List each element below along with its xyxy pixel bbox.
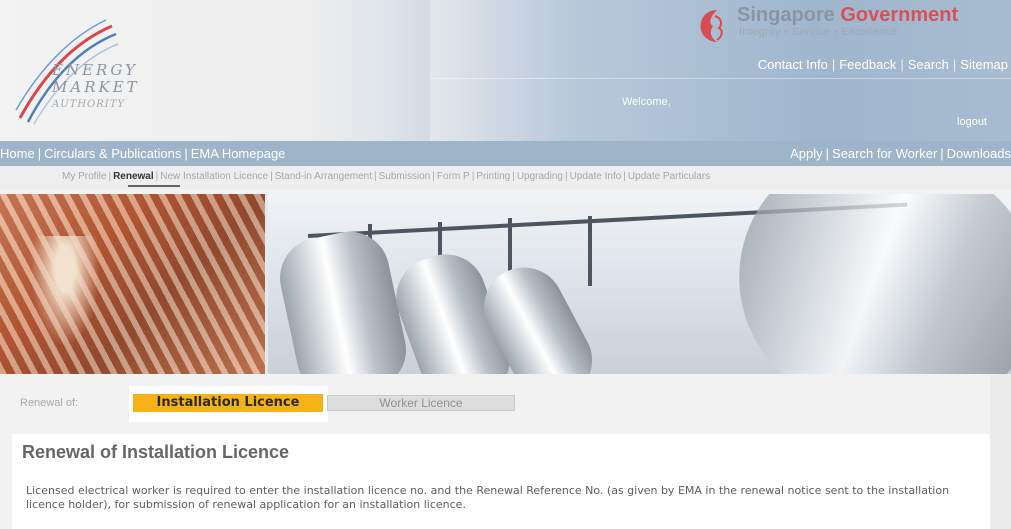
nav-ema-homepage[interactable]: EMA Homepage — [191, 146, 286, 161]
ema-logo-text: ENERGY MARKET AUTHORITY — [52, 62, 140, 113]
nav-downloads[interactable]: Downloads — [947, 146, 1011, 161]
nav-search-worker[interactable]: Search for Worker — [832, 146, 937, 161]
gov-title-part1: Singapore — [737, 4, 841, 26]
renewal-of-label: Renewal of: — [20, 397, 79, 409]
navbar-left: Home | Circulars & Publications | EMA Homepa… — [0, 146, 286, 161]
subnav-new-installation-licence[interactable]: New Installation Licence — [160, 171, 268, 182]
subnav-items: My Profile | Renewal | New Installation Lice… — [62, 171, 711, 182]
subnav-active-underline — [128, 185, 180, 187]
banner-post — [588, 216, 592, 286]
logo-line-3: AUTHORITY — [52, 99, 125, 110]
subnav-update-particulars[interactable]: Update Particulars — [628, 171, 710, 182]
logout-link[interactable]: logout — [957, 116, 987, 128]
banner-worker-photo — [0, 194, 265, 374]
renewal-panel: Renewal of Installation Licence Licensed… — [12, 434, 990, 529]
subnav-renewal[interactable]: Renewal — [113, 171, 154, 182]
gov-title-part2: Government — [840, 4, 959, 26]
welcome-text: Welcome, — [622, 96, 671, 108]
tab-worker-licence[interactable]: Worker Licence — [327, 395, 515, 411]
subnav-printing[interactable]: Printing — [476, 171, 510, 182]
search-link[interactable]: Search — [908, 57, 949, 72]
nav-apply[interactable]: Apply — [790, 146, 823, 161]
subnav-submission[interactable]: Submission — [379, 171, 431, 182]
banner-worker-figure — [30, 236, 100, 346]
subnav-update-info[interactable]: Update Info — [570, 171, 622, 182]
banner-pipes-photo — [268, 194, 1011, 374]
subnav-upgrading[interactable]: Upgrading — [517, 171, 563, 182]
top-links: Contact Info | Feedback | Search | Sitemap — [757, 57, 1008, 72]
logo-line-2: MARKET — [52, 78, 140, 96]
banner-pipe-large — [702, 194, 1011, 374]
navbar-right: Apply | Search for Worker | Downloads — [790, 146, 1011, 161]
singapore-lion-icon — [700, 10, 723, 42]
nav-circulars[interactable]: Circulars & Publications — [44, 146, 181, 161]
sitemap-link[interactable]: Sitemap — [960, 57, 1008, 72]
hero-banner — [0, 194, 1011, 374]
main-navbar: Home | Circulars & Publications | EMA Homepa… — [0, 141, 1011, 166]
subnav-form-p[interactable]: Form P — [437, 171, 470, 182]
tab-installation-licence[interactable]: Installation Licence — [133, 394, 323, 412]
content-area: Renewal of: Installation Licence Worker … — [0, 374, 1011, 529]
contact-info-link[interactable]: Contact Info — [758, 57, 828, 72]
nav-home[interactable]: Home — [0, 146, 35, 161]
site-header: ENERGY MARKET AUTHORITY Singapore Govern… — [0, 0, 1011, 141]
header-divider — [430, 78, 1011, 79]
page-title: Renewal of Installation Licence — [22, 442, 290, 462]
instructions-text: Licensed electrical worker is required t… — [26, 484, 950, 511]
banner-pipe — [272, 224, 414, 374]
logo-line-1: ENERGY — [52, 61, 138, 79]
feedback-link[interactable]: Feedback — [839, 57, 896, 72]
singapore-government-title: Singapore Government — [737, 4, 958, 27]
subnav-my-profile[interactable]: My Profile — [62, 171, 106, 182]
sub-navbar: My Profile | Renewal | New Installation Lice… — [0, 166, 1011, 189]
right-margin-strip — [990, 374, 1011, 529]
gov-tagline: Integrity • Service • Excellence — [739, 26, 898, 38]
subnav-stand-in-arrangement[interactable]: Stand-in Arrangement — [275, 171, 372, 182]
